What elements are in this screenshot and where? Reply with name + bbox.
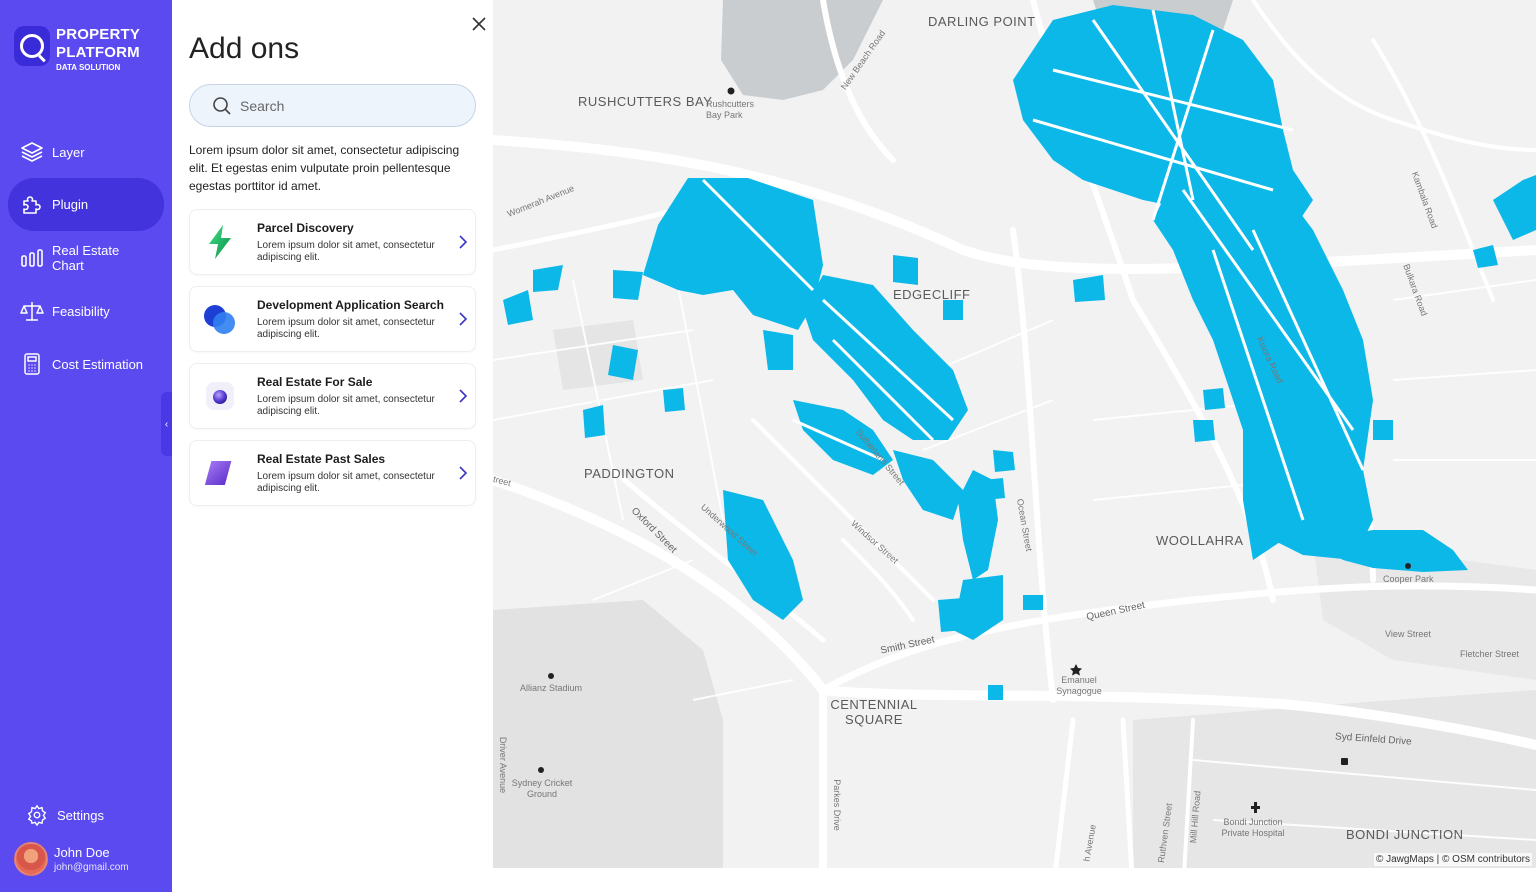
search-input[interactable] bbox=[240, 97, 460, 114]
map-label-parkes-drive: Parkes Drive bbox=[831, 779, 842, 831]
close-icon bbox=[472, 17, 486, 31]
map-label-woollahra: WOOLLAHRA bbox=[1156, 533, 1244, 548]
nav-item-cost-estimation[interactable]: Cost Estimation bbox=[8, 338, 164, 390]
add-on-card-real-estate-past-sales[interactable]: Real Estate Past Sales Lorem ipsum dolor… bbox=[189, 440, 476, 506]
card-title: Parcel Discovery bbox=[257, 220, 354, 235]
settings-button[interactable]: Settings bbox=[26, 804, 104, 827]
chevron-right-icon bbox=[459, 235, 468, 249]
cube-icon bbox=[202, 455, 238, 491]
brand-logo bbox=[14, 26, 50, 66]
map-label-fletcher-street: Fletcher Street bbox=[1460, 649, 1520, 659]
map-label-centennial-square: CENTENNIAL SQUARE bbox=[830, 697, 918, 727]
panel-title: Add ons bbox=[189, 32, 300, 65]
card-title: Real Estate For Sale bbox=[257, 374, 373, 389]
overlap-circles-icon bbox=[202, 301, 238, 337]
add-on-card-development-application-search[interactable]: Development Application Search Lorem ips… bbox=[189, 286, 476, 352]
map-label-allianz-stadium: Allianz Stadium bbox=[520, 683, 583, 693]
map-label-driver-avenue: Driver Avenue bbox=[498, 736, 509, 794]
collapse-sidebar-button[interactable]: ‹ bbox=[161, 392, 172, 456]
map-label-rushcutters-park: Rushcutters Bay Park bbox=[706, 99, 755, 120]
nav-label: Real Estate Chart bbox=[52, 243, 120, 273]
card-description: Lorem ipsum dolor sit amet, consectetur … bbox=[257, 316, 435, 340]
nav-item-real-estate-chart[interactable]: Real Estate Chart bbox=[8, 236, 164, 280]
user-profile[interactable]: John Doe john@gmail.com bbox=[14, 842, 129, 876]
map-canvas bbox=[493, 0, 1536, 892]
card-description: Lorem ipsum dolor sit amet, consectetur … bbox=[257, 470, 435, 494]
bolt-icon bbox=[202, 224, 238, 260]
map-label-emanuel-synagogue: Emanuel Synagogue bbox=[1056, 675, 1102, 696]
map-label-edgecliff: EDGECLIFF bbox=[893, 287, 971, 302]
card-title: Development Application Search bbox=[257, 297, 444, 312]
map-label-rushcutters-bay: RUSHCUTTERS BAY bbox=[578, 94, 713, 109]
map-label-darling-point: DARLING POINT bbox=[928, 14, 1036, 29]
add-on-card-parcel-discovery[interactable]: Parcel Discovery Lorem ipsum dolor sit a… bbox=[189, 209, 476, 275]
add-ons-panel: Add ons Lorem ipsum dolor sit amet, cons… bbox=[172, 0, 493, 892]
map-label-paddington: PADDINGTON bbox=[584, 466, 675, 481]
search-icon bbox=[212, 96, 232, 116]
layers-icon bbox=[20, 140, 44, 164]
map-label-bondi-junction: BONDI JUNCTION bbox=[1346, 827, 1464, 842]
nav-label: Cost Estimation bbox=[52, 356, 144, 372]
scale-icon bbox=[20, 299, 44, 323]
close-button[interactable] bbox=[468, 14, 490, 36]
chevron-left-icon: ‹ bbox=[164, 418, 169, 430]
map-view[interactable]: DARLING POINT RUSHCUTTERS BAY Rushcutter… bbox=[493, 0, 1536, 892]
map-label-view-street: View Street bbox=[1385, 629, 1431, 639]
nav-item-feasibility[interactable]: Feasibility bbox=[8, 286, 164, 336]
nav-label: Feasibility bbox=[52, 303, 110, 319]
sphere-icon bbox=[202, 378, 238, 414]
avatar bbox=[14, 842, 48, 876]
chevron-right-icon bbox=[459, 466, 468, 480]
nav-label: Plugin bbox=[52, 197, 89, 212]
nav-item-layer[interactable]: Layer bbox=[8, 126, 164, 178]
map-attribution[interactable]: © JawgMaps | © OSM contributors bbox=[1373, 853, 1532, 866]
brand[interactable]: PROPERTY PLATFORM DATA SOLUTION bbox=[14, 26, 156, 72]
add-on-card-real-estate-for-sale[interactable]: Real Estate For Sale Lorem ipsum dolor s… bbox=[189, 363, 476, 429]
map-label-bondi-junction-hospital: Bondi Junction Private Hospital bbox=[1221, 817, 1285, 838]
card-description: Lorem ipsum dolor sit amet, consectetur … bbox=[257, 239, 435, 263]
card-description: Lorem ipsum dolor sit amet, consectetur … bbox=[257, 393, 435, 417]
map-footer-strip bbox=[493, 868, 1536, 892]
bar-chart-icon bbox=[20, 246, 44, 270]
puzzle-icon bbox=[20, 193, 44, 217]
settings-label: Settings bbox=[57, 807, 104, 823]
sidebar: PROPERTY PLATFORM DATA SOLUTION Layer Pl… bbox=[0, 0, 172, 892]
brand-subtitle: DATA SOLUTION bbox=[56, 63, 121, 72]
map-label-cooper-park: Cooper Park bbox=[1383, 574, 1434, 584]
nav-item-plugin[interactable]: Plugin bbox=[8, 178, 164, 231]
brand-title: PROPERTY PLATFORM bbox=[56, 26, 140, 61]
map-label-sydney-cricket-ground: Sydney Cricket Ground bbox=[511, 778, 573, 799]
card-title: Real Estate Past Sales bbox=[257, 451, 386, 466]
panel-description: Lorem ipsum dolor sit amet, consectetur … bbox=[189, 143, 460, 193]
user-email: john@gmail.com bbox=[54, 862, 129, 873]
chevron-right-icon bbox=[459, 312, 468, 326]
search-box[interactable] bbox=[189, 84, 476, 127]
chevron-right-icon bbox=[459, 389, 468, 403]
calculator-icon bbox=[20, 352, 44, 376]
user-name: John Doe bbox=[54, 845, 110, 860]
gear-icon bbox=[26, 804, 48, 827]
nav-label: Layer bbox=[52, 144, 85, 160]
